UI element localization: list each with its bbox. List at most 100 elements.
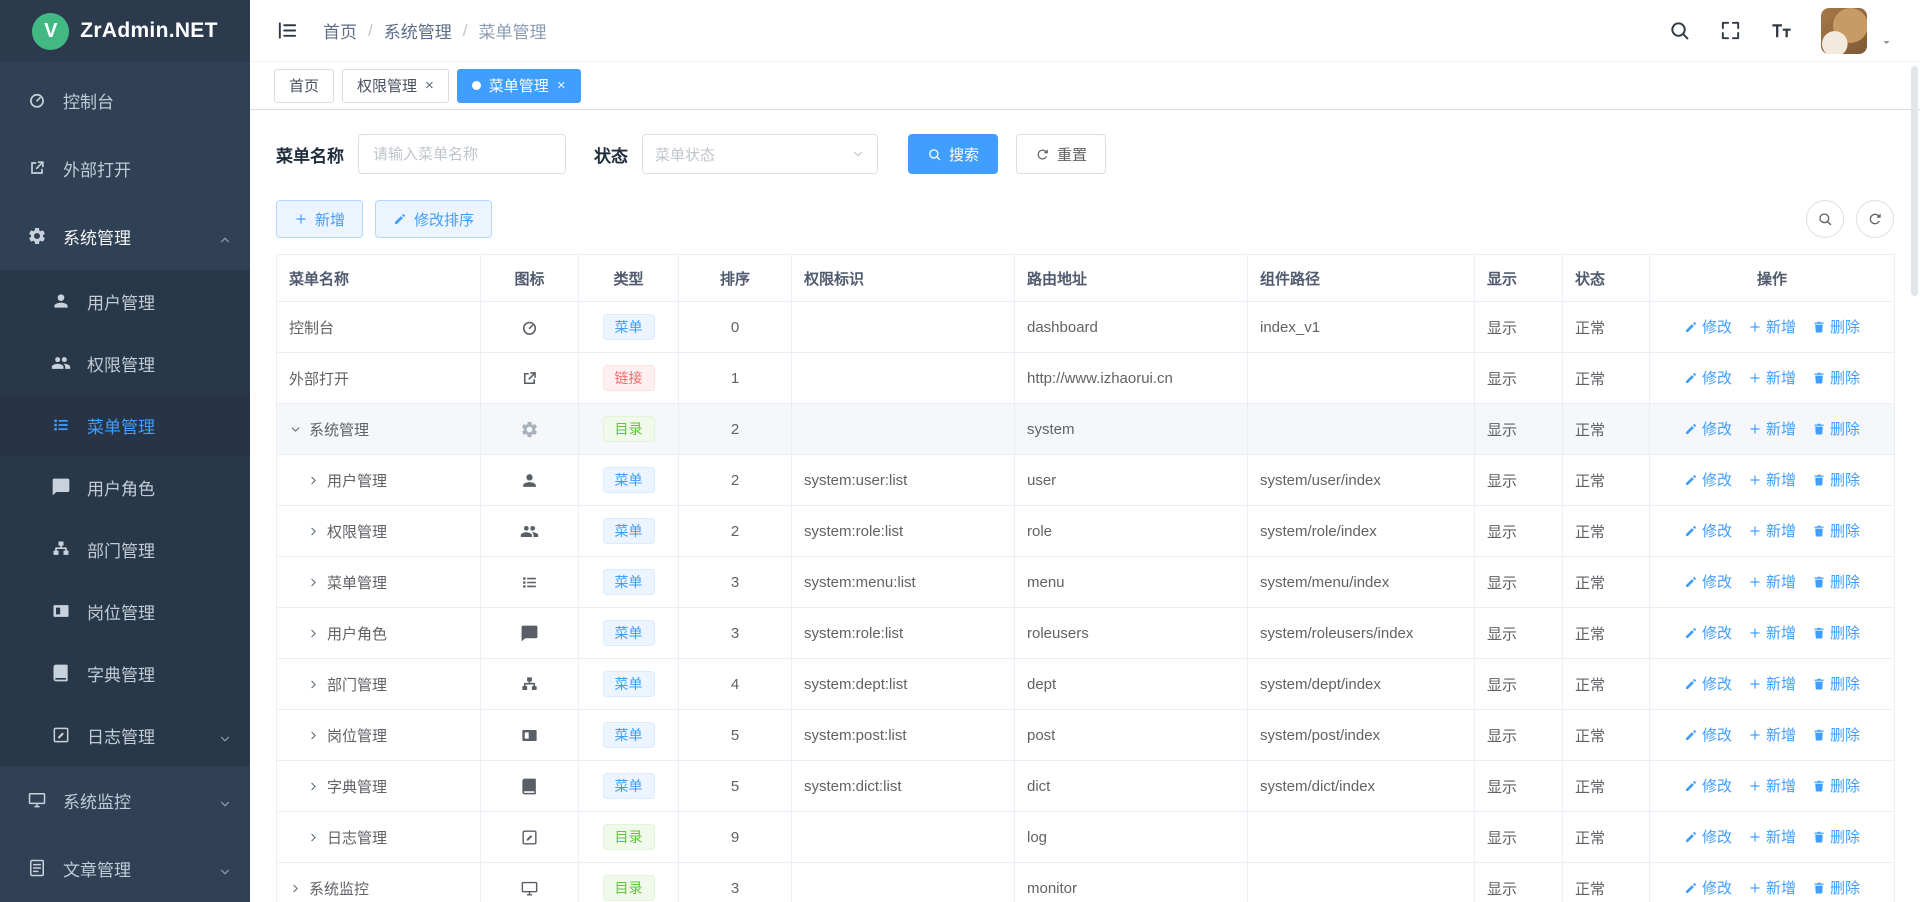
edit-button[interactable]: 修改 bbox=[1684, 316, 1732, 337]
edit-button[interactable]: 修改 bbox=[1684, 469, 1732, 490]
row-expand-icon[interactable] bbox=[307, 780, 320, 793]
sidebar-subitem-6[interactable]: 字典管理 bbox=[0, 642, 250, 704]
tab-close-icon[interactable]: × bbox=[557, 78, 566, 93]
breadcrumb-item[interactable]: 系统管理 bbox=[384, 18, 452, 43]
search-button[interactable]: 搜索 bbox=[908, 134, 998, 174]
row-expand-icon[interactable] bbox=[307, 474, 320, 487]
delete-button[interactable]: 删除 bbox=[1812, 826, 1860, 847]
add-button[interactable]: 新增 bbox=[1748, 724, 1796, 745]
delete-button[interactable]: 删除 bbox=[1812, 877, 1860, 898]
delete-button[interactable]: 删除 bbox=[1812, 367, 1860, 388]
row-expand-icon[interactable] bbox=[307, 576, 320, 589]
toggle-search-icon[interactable] bbox=[1806, 200, 1844, 238]
menu-item-label: 字典管理 bbox=[87, 661, 232, 686]
add-button[interactable]: 新增 bbox=[1748, 877, 1796, 898]
status-value: 正常 bbox=[1563, 506, 1650, 557]
add-button[interactable]: 新增 bbox=[1748, 571, 1796, 592]
status-select[interactable]: 菜单状态 bbox=[642, 134, 878, 174]
row-expand-icon[interactable] bbox=[307, 831, 320, 844]
delete-button[interactable]: 删除 bbox=[1812, 418, 1860, 439]
delete-button[interactable]: 删除 bbox=[1812, 316, 1860, 337]
table-row: 用户角色菜单3system:role:listroleuserssystem/r… bbox=[277, 608, 1895, 659]
add-button[interactable]: 新增 bbox=[1748, 469, 1796, 490]
add-button[interactable]: 新增 bbox=[1748, 520, 1796, 541]
row-expand-icon[interactable] bbox=[307, 729, 320, 742]
visible-value: 显示 bbox=[1475, 710, 1563, 761]
sidebar-item-0[interactable]: 控制台 bbox=[0, 66, 250, 134]
menu-item-label: 岗位管理 bbox=[87, 599, 232, 624]
breadcrumb-item[interactable]: 首页 bbox=[323, 18, 357, 43]
column-header: 菜单名称 bbox=[277, 255, 481, 302]
menu-name: 系统监控 bbox=[309, 878, 369, 899]
delete-button[interactable]: 删除 bbox=[1812, 775, 1860, 796]
reset-button[interactable]: 重置 bbox=[1016, 134, 1106, 174]
row-expand-icon[interactable] bbox=[307, 627, 320, 640]
delete-button[interactable]: 删除 bbox=[1812, 724, 1860, 745]
sidebar-item-1[interactable]: 外部打开 bbox=[0, 134, 250, 202]
sidebar-subitem-1[interactable]: 权限管理 bbox=[0, 332, 250, 394]
delete-button[interactable]: 删除 bbox=[1812, 673, 1860, 694]
dashboard-icon bbox=[26, 89, 48, 111]
breadcrumb-separator: / bbox=[463, 21, 468, 41]
tab-2[interactable]: 菜单管理× bbox=[457, 69, 581, 103]
visible-value: 显示 bbox=[1475, 761, 1563, 812]
delete-button[interactable]: 删除 bbox=[1812, 520, 1860, 541]
row-collapse-icon[interactable] bbox=[289, 423, 302, 436]
edit-button[interactable]: 修改 bbox=[1684, 622, 1732, 643]
text-size-icon[interactable] bbox=[1770, 19, 1793, 42]
add-button[interactable]: 新增 bbox=[1748, 673, 1796, 694]
edit-button[interactable]: 修改 bbox=[1684, 775, 1732, 796]
edit-button[interactable]: 修改 bbox=[1684, 826, 1732, 847]
sidebar-item-4[interactable]: 文章管理 bbox=[0, 834, 250, 902]
user-avatar[interactable] bbox=[1821, 8, 1867, 54]
menu-name-input[interactable] bbox=[358, 134, 566, 174]
refresh-table-icon[interactable] bbox=[1856, 200, 1894, 238]
add-button[interactable]: 新增 bbox=[1748, 316, 1796, 337]
sort-value: 5 bbox=[679, 761, 792, 812]
edit-button[interactable]: 修改 bbox=[1684, 520, 1732, 541]
sidebar-subitem-3[interactable]: 用户角色 bbox=[0, 456, 250, 518]
sidebar-subitem-0[interactable]: 用户管理 bbox=[0, 270, 250, 332]
edit-sort-button[interactable]: 修改排序 bbox=[375, 200, 492, 238]
add-button[interactable]: 新增 bbox=[1748, 622, 1796, 643]
fullscreen-icon[interactable] bbox=[1719, 19, 1742, 42]
row-expand-icon[interactable] bbox=[289, 882, 302, 895]
perm-value: system:role:list bbox=[792, 608, 1015, 659]
header-search-icon[interactable] bbox=[1668, 19, 1691, 42]
tab-0[interactable]: 首页 bbox=[274, 69, 334, 103]
delete-button[interactable]: 删除 bbox=[1812, 469, 1860, 490]
add-button[interactable]: 新增 bbox=[1748, 418, 1796, 439]
avatar-dropdown-caret-icon[interactable] bbox=[1879, 35, 1894, 50]
list-icon bbox=[50, 414, 72, 436]
delete-button[interactable]: 删除 bbox=[1812, 622, 1860, 643]
collapse-sidebar-icon[interactable] bbox=[276, 19, 299, 42]
tab-1[interactable]: 权限管理× bbox=[342, 69, 449, 103]
edit-button[interactable]: 修改 bbox=[1684, 877, 1732, 898]
menu-item-label: 文章管理 bbox=[63, 856, 218, 881]
add-button[interactable]: 新增 bbox=[1748, 367, 1796, 388]
edit-button[interactable]: 修改 bbox=[1684, 673, 1732, 694]
add-button[interactable]: 新增 bbox=[1748, 775, 1796, 796]
delete-button[interactable]: 删除 bbox=[1812, 571, 1860, 592]
sidebar-subitem-2[interactable]: 菜单管理 bbox=[0, 394, 250, 456]
logo-icon: V bbox=[32, 13, 69, 50]
sidebar-item-3[interactable]: 系统监控 bbox=[0, 766, 250, 834]
edit-button[interactable]: 修改 bbox=[1684, 724, 1732, 745]
sidebar-subitem-5[interactable]: 岗位管理 bbox=[0, 580, 250, 642]
tab-close-icon[interactable]: × bbox=[425, 78, 434, 93]
breadcrumb-item: 菜单管理 bbox=[478, 18, 546, 43]
add-menu-button[interactable]: 新增 bbox=[276, 200, 363, 238]
row-expand-icon[interactable] bbox=[307, 678, 320, 691]
sidebar-subitem-4[interactable]: 部门管理 bbox=[0, 518, 250, 580]
add-button[interactable]: 新增 bbox=[1748, 826, 1796, 847]
sidebar-subitem-7[interactable]: 日志管理 bbox=[0, 704, 250, 766]
app-logo[interactable]: V ZrAdmin.NET bbox=[0, 0, 250, 62]
edit-button[interactable]: 修改 bbox=[1684, 367, 1732, 388]
page-scrollbar[interactable] bbox=[1911, 66, 1918, 296]
row-expand-icon[interactable] bbox=[307, 525, 320, 538]
sidebar-item-2[interactable]: 系统管理 bbox=[0, 202, 250, 270]
edit-button[interactable]: 修改 bbox=[1684, 571, 1732, 592]
sort-value: 9 bbox=[679, 812, 792, 863]
edit-button[interactable]: 修改 bbox=[1684, 418, 1732, 439]
sidebar-menu: 控制台外部打开系统管理用户管理权限管理菜单管理用户角色部门管理岗位管理字典管理日… bbox=[0, 62, 250, 902]
